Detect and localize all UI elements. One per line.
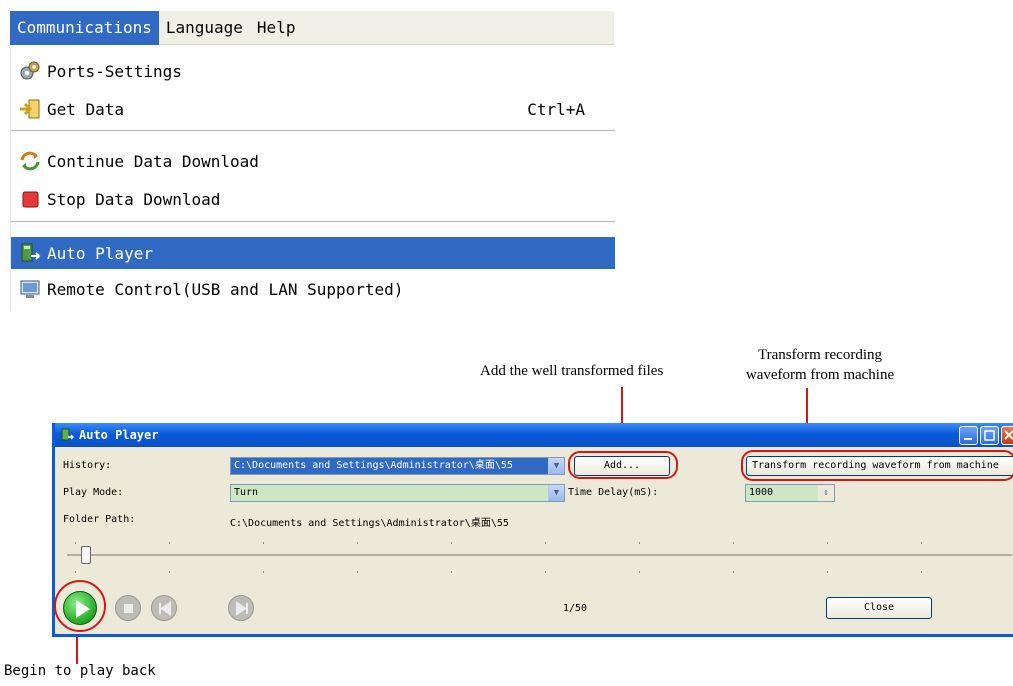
slider-tick — [921, 571, 922, 573]
previous-button[interactable] — [151, 595, 177, 621]
slider-tick — [921, 542, 922, 544]
slider-tick — [639, 571, 640, 573]
close-icon — [1004, 430, 1013, 440]
frame-counter: 1/50 — [563, 603, 588, 614]
slider-tick — [733, 571, 734, 573]
history-label: History: — [63, 460, 112, 471]
play-mode-select[interactable]: Turn ▼ — [230, 484, 565, 502]
slider-tick — [357, 542, 358, 544]
play-button[interactable] — [63, 591, 97, 625]
window-title: Auto Player — [79, 428, 159, 442]
add-highlight-ring — [568, 451, 678, 479]
previous-icon — [159, 601, 171, 616]
time-delay-stepper[interactable]: 1000 ⇕ — [745, 484, 835, 502]
window-title-bar: Auto Player — [55, 423, 1013, 447]
play-mode-value: Turn — [234, 487, 259, 498]
play-mode-label: Play Mode: — [63, 487, 124, 498]
progress-slider-track — [67, 554, 1012, 556]
slider-tick — [545, 542, 546, 544]
next-icon — [236, 601, 248, 616]
slider-tick — [357, 571, 358, 573]
chevron-down-icon[interactable]: ▼ — [548, 458, 564, 474]
next-button[interactable] — [228, 595, 254, 621]
slider-tick — [169, 571, 170, 573]
auto-player-icon — [61, 428, 74, 441]
spin-arrows-icon[interactable]: ⇕ — [818, 485, 834, 501]
slider-tick — [733, 542, 734, 544]
slider-tick — [75, 542, 76, 544]
chevron-down-icon[interactable]: ▼ — [548, 485, 564, 501]
history-value: C:\Documents and Settings\Administrator\… — [231, 458, 548, 474]
minimize-icon — [964, 438, 972, 440]
slider-tick — [263, 571, 264, 573]
folder-path-value: C:\Documents and Settings\Administrator\… — [230, 518, 509, 529]
maximize-button[interactable] — [980, 426, 999, 445]
close-window-button[interactable] — [1001, 426, 1013, 445]
slider-tick — [545, 571, 546, 573]
annotation-begin: Begin to play back — [4, 663, 156, 679]
close-button[interactable]: Close — [826, 597, 932, 619]
folder-path-label: Folder Path: — [63, 514, 136, 525]
stop-icon — [124, 604, 133, 613]
time-delay-label: Time Delay(mS): — [568, 487, 659, 498]
slider-tick — [451, 571, 452, 573]
slider-tick — [263, 542, 264, 544]
play-icon — [76, 600, 90, 618]
slider-tick — [169, 542, 170, 544]
slider-tick — [75, 571, 76, 573]
minimize-button[interactable] — [959, 426, 978, 445]
slider-tick — [827, 571, 828, 573]
slider-tick — [639, 542, 640, 544]
auto-player-window: Auto Player History: C:\Documents and Se… — [52, 423, 1013, 637]
slider-tick — [827, 542, 828, 544]
time-delay-value: 1000 — [749, 487, 774, 498]
transform-highlight-ring — [741, 450, 1013, 481]
slider-tick — [451, 542, 452, 544]
maximize-icon — [984, 430, 995, 441]
stop-button[interactable] — [115, 595, 141, 621]
history-select[interactable]: C:\Documents and Settings\Administrator\… — [230, 457, 565, 475]
progress-slider-thumb[interactable] — [80, 546, 91, 564]
